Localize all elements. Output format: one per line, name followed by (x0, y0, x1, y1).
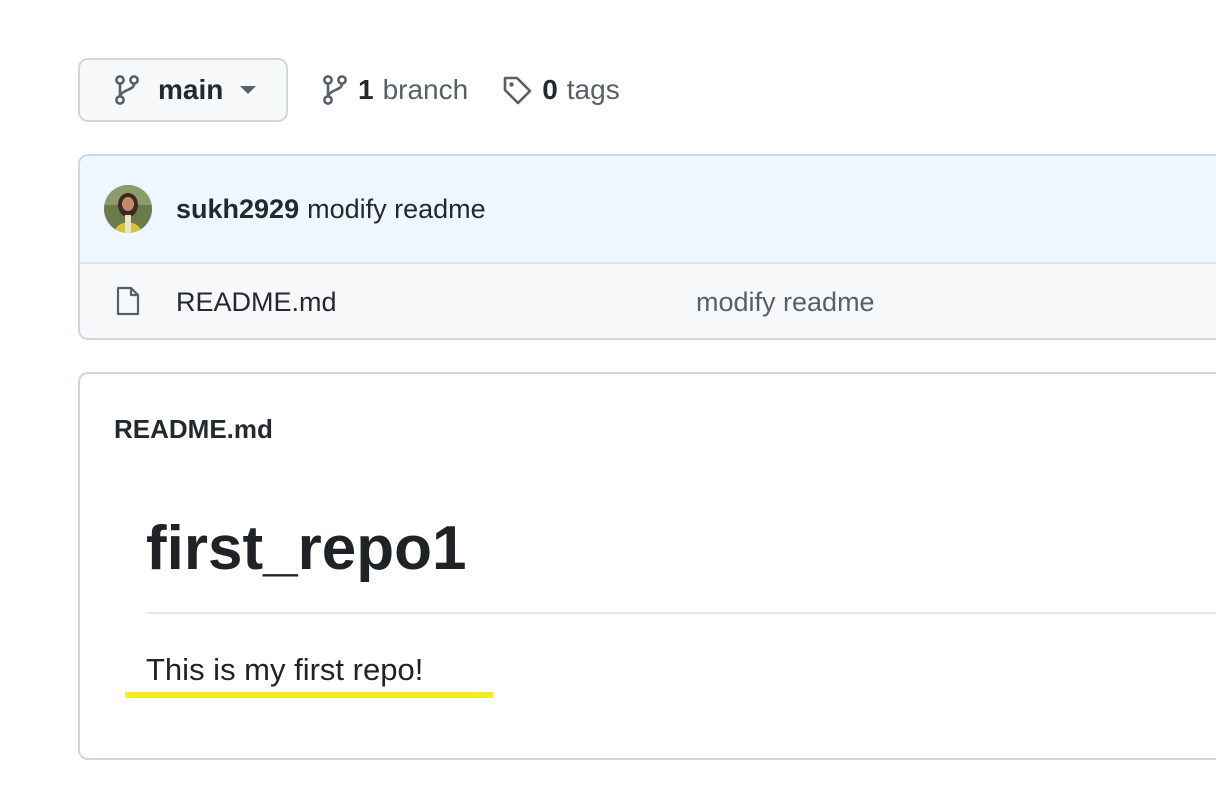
branches-link[interactable]: 1 branch (322, 74, 468, 106)
readme-panel: README.md first_repo1 This is my first r… (78, 372, 1216, 760)
readme-title: first_repo1 (146, 514, 467, 583)
highlight-underline (125, 692, 493, 698)
branch-count-label: branch (382, 74, 469, 105)
caret-down-icon (239, 85, 257, 95)
git-branch-icon (322, 75, 348, 105)
git-branch-icon (114, 75, 140, 105)
branch-count: 1 (358, 74, 374, 105)
repo-toolbar: main 1 branch 0 tags (78, 58, 620, 122)
commit-summary: sukh2929 modify readme (176, 194, 486, 225)
commit-author-link[interactable]: sukh2929 (176, 194, 299, 224)
file-browser: sukh2929 modify readme README.md modify r… (78, 154, 1216, 340)
file-commit-message-link[interactable]: modify readme (696, 287, 875, 318)
file-row: README.md modify readme (80, 264, 1216, 338)
avatar[interactable] (104, 185, 152, 233)
commit-message-link[interactable]: modify readme (307, 194, 486, 224)
tag-icon (502, 75, 532, 105)
readme-paragraph: This is my first repo! (146, 652, 424, 687)
readme-header[interactable]: README.md (114, 414, 273, 445)
tags-link[interactable]: 0 tags (502, 74, 620, 106)
file-icon (116, 286, 140, 316)
branch-selector-label: main (158, 74, 224, 105)
branch-selector-button[interactable]: main (78, 58, 288, 122)
tag-count-label: tags (566, 74, 620, 105)
divider (146, 612, 1216, 614)
tag-count: 0 (542, 74, 558, 105)
file-name-link[interactable]: README.md (176, 287, 337, 318)
latest-commit-row: sukh2929 modify readme (80, 156, 1216, 264)
